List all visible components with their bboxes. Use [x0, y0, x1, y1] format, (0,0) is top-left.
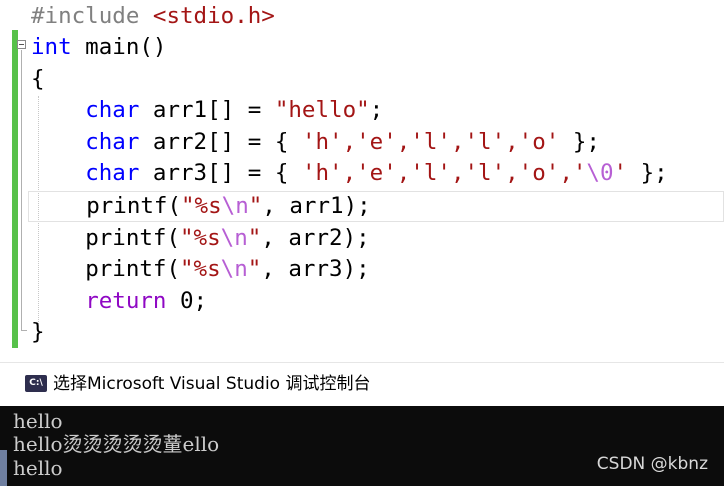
call-arguments: , arr2); — [261, 225, 370, 251]
return-value: 0; — [166, 288, 208, 314]
code-line-10[interactable]: return 0; — [31, 286, 207, 317]
collapse-icon[interactable] — [17, 40, 26, 49]
console-output-line-2: hello烫烫烫烫烫蕫ello — [13, 432, 220, 456]
keyword-char: char — [85, 97, 140, 123]
include-header: <stdio.h> — [152, 3, 275, 29]
keyword-char: char — [85, 160, 140, 186]
function-call: printf( — [86, 193, 182, 219]
code-editor[interactable]: #include <stdio.h> int main() { char arr… — [0, 0, 724, 355]
format-string-close: " — [247, 225, 262, 251]
declaration: arr3[] = { — [139, 160, 302, 186]
keyword-char: char — [85, 129, 140, 155]
call-arguments: , arr1); — [262, 193, 371, 219]
declaration: arr2[] = { — [139, 129, 302, 155]
close-brace: } — [31, 319, 45, 345]
change-tracking-bar — [12, 30, 18, 348]
char-literals: 'h','e','l','l','o',' — [301, 160, 587, 186]
fold-region-line — [21, 50, 22, 330]
function-signature: main() — [71, 34, 167, 60]
code-line-11[interactable]: } — [31, 317, 45, 348]
code-line-3[interactable]: { — [31, 64, 45, 95]
escape-sequence: \n — [220, 256, 248, 282]
console-output-line-3: hello — [13, 456, 63, 480]
call-arguments: , arr3); — [261, 256, 370, 282]
preprocessor-directive: #include — [31, 3, 153, 29]
keyword-return: return — [85, 288, 167, 314]
function-call: printf( — [85, 256, 181, 282]
code-line-4[interactable]: char arr1[] = "hello"; — [31, 95, 383, 126]
watermark: CSDN @kbnz — [596, 454, 708, 474]
escape-sequence: \n — [220, 225, 248, 251]
statement-end: ; — [369, 97, 384, 123]
format-string: "%s — [180, 256, 221, 282]
code-line-6[interactable]: char arr3[] = { 'h','e','l','l','o','\0'… — [31, 158, 668, 189]
statement-end: }; — [559, 129, 600, 155]
format-string-close: " — [247, 256, 262, 282]
keyword-int: int — [31, 34, 72, 60]
code-line-8[interactable]: printf("%s\n", arr2); — [31, 223, 370, 254]
console-title: 选择Microsoft Visual Studio 调试控制台 — [53, 374, 371, 394]
statement-end: }; — [627, 160, 668, 186]
code-line-1[interactable]: #include <stdio.h> — [31, 1, 275, 32]
escape-sequence: \n — [221, 193, 249, 219]
code-line-5[interactable]: char arr2[] = { 'h','e','l','l','o' }; — [31, 127, 600, 158]
format-string-close: " — [248, 193, 263, 219]
console-output-line-1: hello — [13, 409, 63, 433]
escape-sequence: \0 — [586, 160, 614, 186]
string-literal: "hello" — [274, 97, 370, 123]
open-brace: { — [31, 66, 45, 92]
format-string: "%s — [180, 225, 221, 251]
char-literal-close: ' — [613, 160, 628, 186]
declaration: arr1[] = — [139, 97, 275, 123]
code-line-7-current[interactable]: printf("%s\n", arr1); — [28, 191, 724, 222]
char-literals: 'h','e','l','l','o' — [301, 129, 560, 155]
fold-region-end — [21, 330, 27, 331]
format-string: "%s — [181, 193, 222, 219]
code-line-2[interactable]: int main() — [31, 32, 166, 63]
console-window-icon: C:\ — [25, 375, 47, 392]
function-call: printf( — [85, 225, 181, 251]
code-line-9[interactable]: printf("%s\n", arr3); — [31, 254, 370, 285]
background-window-edge — [0, 450, 7, 486]
